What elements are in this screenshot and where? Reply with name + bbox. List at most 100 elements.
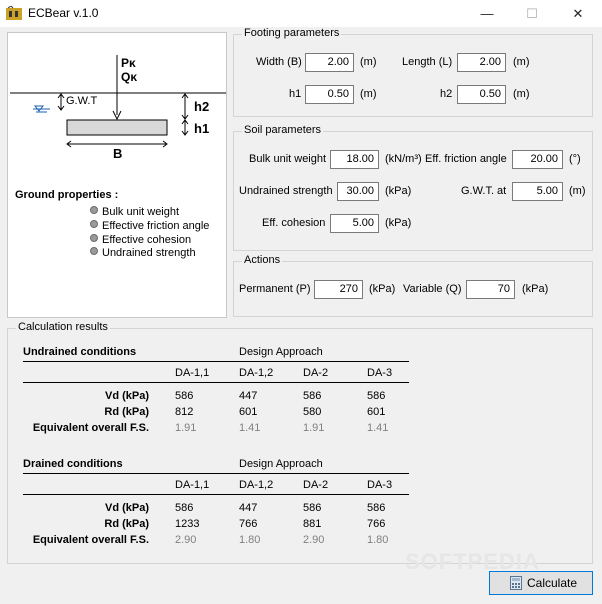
h2-input[interactable]: 0.50 [457, 85, 506, 104]
window-title: ECBear v.1.0 [28, 6, 99, 20]
cell: 766 [239, 518, 258, 530]
cell: 1.80 [367, 534, 389, 546]
permanent-label: Permanent (P) [239, 283, 311, 295]
col-header: DA-1,1 [175, 479, 210, 491]
col-header: DA-3 [367, 479, 393, 491]
cell: 586 [303, 390, 322, 402]
gwt-at-input[interactable]: 5.00 [512, 182, 563, 201]
minimize-button[interactable]: — [464, 0, 510, 27]
cell: 1.91 [175, 422, 197, 434]
divider [23, 473, 409, 474]
permanent-input[interactable]: 270 [314, 280, 363, 299]
cell: 586 [367, 390, 386, 402]
h1-unit: (m) [360, 88, 377, 100]
cell: 601 [367, 406, 386, 418]
divider [23, 494, 409, 495]
eff-cohesion-input[interactable]: 5.00 [330, 214, 379, 233]
variable-input[interactable]: 70 [466, 280, 515, 299]
col-header: DA-1,2 [239, 479, 274, 491]
undrained-strength-unit: (kPa) [385, 185, 412, 197]
calculation-results-title: Calculation results [16, 321, 110, 333]
friction-angle-input[interactable]: 20.00 [512, 150, 563, 169]
cell: 586 [175, 390, 194, 402]
undrained-title: Undrained conditions [23, 346, 137, 358]
actions-group: Actions Permanent (P) 270 (kPa) Variable… [233, 254, 593, 317]
bullet-icon [90, 206, 98, 214]
design-approach-label: Design Approach [239, 458, 323, 470]
permanent-unit: (kPa) [369, 283, 396, 295]
cell: 881 [303, 518, 322, 530]
h2-label: h2 [194, 99, 210, 114]
h2-param-label: h2 [440, 88, 453, 100]
col-header: DA-1,1 [175, 367, 210, 379]
ground-item: Effective friction angle [90, 220, 209, 232]
cell: 1233 [175, 518, 200, 530]
undrained-strength-input[interactable]: 30.00 [337, 182, 379, 201]
width-input[interactable]: 2.00 [305, 53, 354, 72]
cell: 1.80 [239, 534, 261, 546]
bullet-icon [90, 247, 98, 255]
h1-param-label: h1 [289, 88, 302, 100]
cell: 1.41 [367, 422, 389, 434]
calculator-icon [510, 576, 522, 590]
soil-parameters-title: Soil parameters [242, 124, 324, 136]
row-label: Vd (kPa) [104, 502, 149, 514]
divider [23, 382, 409, 383]
ground-properties-title: Ground properties : [15, 189, 119, 201]
bullet-icon [90, 234, 98, 242]
bullet-icon [90, 220, 98, 228]
variable-label: Variable (Q) [403, 283, 462, 295]
length-unit: (m) [513, 56, 530, 68]
maximize-button[interactable]: ☐ [509, 0, 555, 27]
soil-parameters-group: Soil parameters Bulk unit weight 18.00 (… [233, 124, 593, 251]
h1-input[interactable]: 0.50 [305, 85, 354, 104]
cell: 1.91 [303, 422, 325, 434]
cell: 601 [239, 406, 258, 418]
ground-item: Undrained strength [90, 247, 196, 259]
calculation-results-group: Calculation results Undrained conditions… [7, 321, 593, 564]
bulk-unit-weight-label: Bulk unit weight [249, 153, 327, 165]
eff-cohesion-label: Eff. cohesion [262, 217, 326, 229]
divider [23, 361, 409, 362]
load-q-label: Qκ [121, 70, 138, 84]
cell: 812 [175, 406, 194, 418]
cell: 586 [303, 502, 322, 514]
length-label: Length (L) [402, 56, 453, 68]
cell: 447 [239, 390, 258, 402]
undrained-strength-label: Undrained strength [239, 185, 333, 197]
col-header: DA-2 [303, 367, 329, 379]
h2-unit: (m) [513, 88, 530, 100]
footing-parameters-title: Footing parameters [242, 27, 342, 39]
bulk-unit-weight-input[interactable]: 18.00 [330, 150, 379, 169]
cell: 1.41 [239, 422, 261, 434]
footing-parameters-group: Footing parameters Width (B) 2.00 (m) Le… [233, 27, 593, 117]
row-label: Rd (kPa) [104, 406, 149, 418]
col-header: DA-3 [367, 367, 393, 379]
length-input[interactable]: 2.00 [457, 53, 506, 72]
ground-item: Bulk unit weight [90, 206, 179, 218]
row-label: Vd (kPa) [104, 390, 149, 402]
bulk-unit-weight-unit: (kN/m³) [385, 153, 422, 165]
width-label: Width (B) [256, 56, 302, 68]
design-approach-label: Design Approach [239, 346, 323, 358]
title-bar: ECBear v.1.0 — ☐ ✕ [0, 0, 602, 27]
variable-unit: (kPa) [522, 283, 549, 295]
row-label: Equivalent overall F.S. [32, 422, 149, 434]
friction-angle-label: Eff. friction angle [425, 153, 507, 165]
actions-title: Actions [242, 254, 283, 266]
row-label: Equivalent overall F.S. [32, 534, 149, 546]
calculate-button[interactable]: Calculate [489, 571, 593, 595]
ground-item: Effective cohesion [90, 234, 191, 246]
eff-cohesion-unit: (kPa) [385, 217, 412, 229]
cell: 766 [367, 518, 386, 530]
gwt-label: G.W.T [66, 95, 98, 107]
cell: 580 [303, 406, 322, 418]
width-unit: (m) [360, 56, 377, 68]
load-p-label: Pκ [121, 56, 136, 70]
footing-diagram-panel: Pκ Qκ G.W.T h2 h1 B Ground properties : … [7, 32, 227, 318]
col-header: DA-2 [303, 479, 329, 491]
cell: 447 [239, 502, 258, 514]
cell: 2.90 [303, 534, 325, 546]
col-header: DA-1,2 [239, 367, 274, 379]
close-button[interactable]: ✕ [555, 0, 601, 27]
